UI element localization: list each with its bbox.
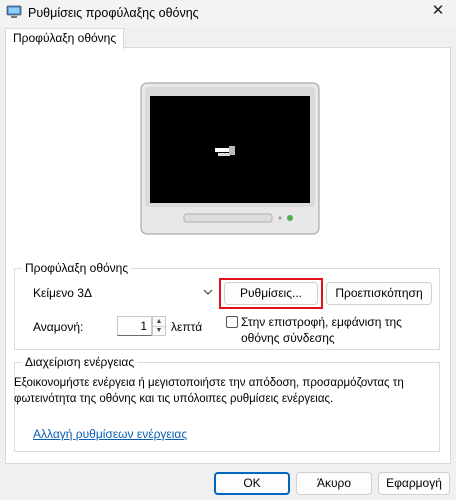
title-bar: Ρυθμίσεις προφύλαξης οθόνης ✕ xyxy=(0,0,456,27)
tab-screensaver[interactable]: Προφύλαξη οθόνης xyxy=(5,28,125,49)
screensaver-selected-value: Κείμενο 3Δ xyxy=(33,286,92,300)
minutes-label: λεπτά xyxy=(171,320,203,334)
close-icon: ✕ xyxy=(431,2,445,19)
cancel-button[interactable]: Άκυρο xyxy=(296,472,372,495)
ok-button[interactable]: OK xyxy=(214,472,290,495)
screensaver-group-legend: Προφύλαξη οθόνης xyxy=(22,261,132,275)
display-settings-icon xyxy=(6,5,22,18)
change-power-settings-link[interactable]: Αλλαγή ρυθμίσεων ενέργειας xyxy=(33,427,187,441)
resume-logon-checkbox[interactable] xyxy=(226,316,238,328)
preview-button[interactable]: Προεπισκόπηση xyxy=(326,282,432,305)
resume-logon-label-line2: οθόνης σύνδεσης xyxy=(241,331,335,345)
wait-spinner[interactable]: ▲ ▼ xyxy=(152,316,166,336)
resume-logon-label-line1: Στην επιστροφή, εμφάνιση της xyxy=(241,315,402,329)
monitor-preview-image xyxy=(140,82,320,235)
power-group-legend: Διαχείριση ενέργειας xyxy=(22,355,138,369)
chevron-down-icon xyxy=(203,289,213,295)
apply-button[interactable]: Εφαρμογή xyxy=(378,472,450,495)
spin-down-icon[interactable]: ▼ xyxy=(153,326,165,335)
screensaver-select[interactable]: Κείμενο 3Δ xyxy=(25,282,218,303)
wait-minutes-input[interactable]: 1 xyxy=(117,316,152,336)
close-button[interactable]: ✕ xyxy=(420,0,456,24)
window-title: Ρυθμίσεις προφύλαξης οθόνης xyxy=(28,6,199,20)
highlight-box xyxy=(219,278,323,309)
wait-label: Αναμονή: xyxy=(33,320,84,334)
power-description: Εξοικονομήστε ενέργεια ή μεγιστοποιήστε … xyxy=(14,377,404,405)
